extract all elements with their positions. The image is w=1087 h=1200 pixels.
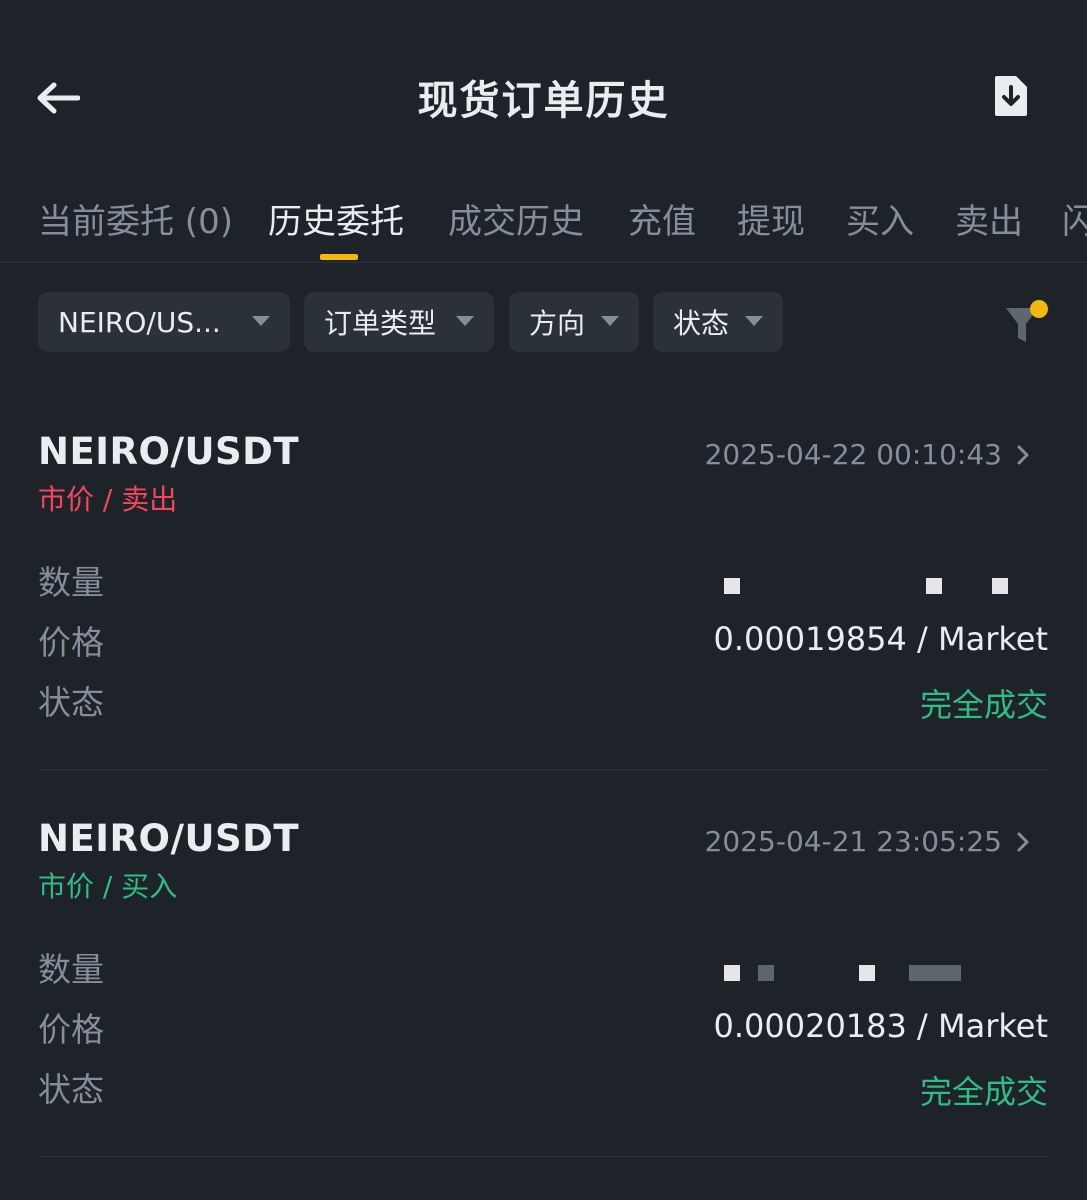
tab-open-orders[interactable]: 当前委托 (0) xyxy=(38,194,233,243)
active-tab-indicator xyxy=(320,254,358,260)
mask-pixel xyxy=(724,965,740,981)
pair-filter-label: NEIRO/US... xyxy=(58,305,221,339)
chevron-right-icon xyxy=(1017,832,1029,851)
price-label: 价格 xyxy=(38,1010,104,1049)
price-value: 0.00020183 / Market xyxy=(713,1007,1048,1045)
status-label: 状态 xyxy=(38,1070,104,1109)
direction-filter-label: 方向 xyxy=(529,307,586,340)
tab-deposit[interactable]: 充值 xyxy=(628,194,696,243)
tab-trade-history[interactable]: 成交历史 xyxy=(448,194,584,243)
caret-down-icon xyxy=(456,316,474,326)
mask-pixel xyxy=(909,965,961,981)
mask-pixel xyxy=(859,965,875,981)
filter-bar: NEIRO/US... 订单类型 方向 状态 xyxy=(0,292,1087,354)
download-file-icon xyxy=(995,76,1027,116)
status-filter-label: 状态 xyxy=(673,307,730,340)
order-type-filter-dropdown[interactable]: 订单类型 xyxy=(304,292,494,352)
status-value: 完全成交 xyxy=(919,1073,1048,1111)
chevron-right-icon xyxy=(1017,445,1029,464)
order-pair: NEIRO/USDT xyxy=(38,430,300,473)
quantity-value-masked xyxy=(724,965,1048,985)
order-divider xyxy=(38,1156,1048,1157)
order-side: 市价 / 买入 xyxy=(38,870,178,903)
direction-filter-dropdown[interactable]: 方向 xyxy=(509,292,639,352)
download-button[interactable] xyxy=(984,68,1038,124)
tab-buy[interactable]: 买入 xyxy=(846,194,914,243)
mask-pixel xyxy=(724,578,740,594)
mask-pixel xyxy=(758,965,774,981)
price-value: 0.00019854 / Market xyxy=(713,620,1048,658)
page-title: 现货订单历史 xyxy=(417,78,670,124)
tab-withdraw[interactable]: 提现 xyxy=(737,194,805,243)
quantity-label: 数量 xyxy=(38,950,104,989)
status-label: 状态 xyxy=(38,683,104,722)
caret-down-icon xyxy=(252,316,270,326)
status-value: 完全成交 xyxy=(919,686,1048,724)
order-tabs: 当前委托 (0) 历史委托 成交历史 充值 提现 买入 卖出 闪 xyxy=(0,186,1087,263)
order-side: 市价 / 卖出 xyxy=(38,483,178,516)
tab-order-history[interactable]: 历史委托 xyxy=(268,194,404,243)
advanced-filter-button[interactable] xyxy=(1004,298,1052,346)
order-time-link[interactable]: 2025-04-22 00:10:43 xyxy=(705,438,1036,471)
order-time: 2025-04-21 23:05:25 xyxy=(704,825,1002,858)
price-label: 价格 xyxy=(38,623,104,662)
pair-filter-dropdown[interactable]: NEIRO/US... xyxy=(38,292,290,352)
order-pair: NEIRO/USDT xyxy=(38,817,300,860)
order-time-link[interactable]: 2025-04-21 23:05:25 xyxy=(705,825,1036,858)
order-type-filter-label: 订单类型 xyxy=(324,307,437,340)
mask-pixel xyxy=(926,578,942,594)
top-bar: 现货订单历史 xyxy=(0,0,1087,190)
order-card[interactable]: NEIRO/USDT 市价 / 买入 2025-04-21 23:05:25 数… xyxy=(38,817,1048,1117)
order-time: 2025-04-22 00:10:43 xyxy=(704,438,1002,471)
mask-pixel xyxy=(992,578,1008,594)
tab-convert[interactable]: 闪 xyxy=(1062,194,1087,243)
filter-active-dot xyxy=(1030,300,1048,318)
caret-down-icon xyxy=(745,316,763,326)
status-filter-dropdown[interactable]: 状态 xyxy=(653,292,783,352)
tab-sell[interactable]: 卖出 xyxy=(955,194,1023,243)
order-card[interactable]: NEIRO/USDT 市价 / 卖出 2025-04-22 00:10:43 数… xyxy=(38,430,1048,730)
caret-down-icon xyxy=(601,316,619,326)
quantity-value-masked xyxy=(724,578,1048,598)
order-divider xyxy=(38,769,1048,770)
quantity-label: 数量 xyxy=(38,563,104,602)
